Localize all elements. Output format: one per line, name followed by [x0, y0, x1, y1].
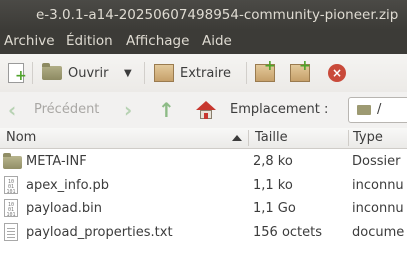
- column-type[interactable]: Type: [353, 128, 383, 147]
- home-icon[interactable]: [196, 101, 216, 119]
- folder-open-icon: [42, 63, 62, 80]
- extract-icon: [154, 64, 174, 82]
- add-folder-icon: +: [290, 59, 311, 82]
- file-type: docume: [352, 225, 405, 240]
- folder-icon: [3, 152, 22, 171]
- new-archive-icon: +: [8, 63, 27, 83]
- binary-file-icon: 10 01 101: [3, 176, 20, 195]
- column-size[interactable]: Taille: [255, 128, 288, 147]
- column-separator[interactable]: [348, 130, 349, 146]
- stop-button[interactable]: ×: [328, 54, 346, 92]
- menu-aide[interactable]: Aide: [202, 30, 232, 52]
- menu-bar: Archive Édition Affichage Aide: [0, 30, 407, 54]
- toolbar-separator: [32, 62, 33, 84]
- file-type: Dossier: [352, 154, 401, 169]
- column-separator[interactable]: [248, 130, 249, 146]
- text-file-icon: [3, 223, 20, 242]
- toolbar: + Ouvrir ▼ Extraire + + ×: [0, 54, 407, 93]
- location-path: /: [377, 102, 382, 117]
- menu-edition[interactable]: Édition: [66, 30, 113, 52]
- open-label: Ouvrir: [68, 65, 109, 81]
- file-type: inconnu: [352, 178, 404, 193]
- file-name: payload.bin: [26, 201, 102, 216]
- back-button[interactable]: Précédent: [34, 92, 99, 128]
- extract-label: Extraire: [180, 65, 231, 81]
- column-name[interactable]: Nom: [6, 128, 36, 147]
- file-list: META-INF 2,8 ko Dossier 10 01 101 apex_inf…: [0, 149, 407, 257]
- extract-button[interactable]: Extraire: [154, 54, 231, 92]
- location-bar: ‹ Précédent › ↑ Emplacement : /: [0, 92, 407, 129]
- menu-archive[interactable]: Archive: [4, 30, 55, 52]
- toolbar-separator: [144, 62, 145, 84]
- back-arrow-icon[interactable]: ‹: [8, 92, 16, 128]
- add-folder-button[interactable]: +: [290, 54, 311, 92]
- new-archive-button[interactable]: +: [8, 54, 27, 92]
- window-title: e-3.0.1-a14-20250607498954-community-pio…: [36, 7, 399, 23]
- file-name: apex_info.pb: [26, 178, 109, 193]
- add-files-button[interactable]: +: [255, 54, 276, 92]
- open-button[interactable]: Ouvrir: [42, 54, 108, 92]
- sort-ascending-icon: [232, 135, 242, 141]
- forward-arrow-icon[interactable]: ›: [124, 92, 132, 128]
- stop-icon: ×: [328, 64, 346, 82]
- file-size: 1,1 Go: [253, 201, 296, 216]
- title-bar: e-3.0.1-a14-20250607498954-community-pio…: [0, 0, 407, 30]
- location-input[interactable]: /: [348, 97, 407, 123]
- menu-affichage[interactable]: Affichage: [126, 30, 189, 52]
- file-size: 2,8 ko: [253, 154, 293, 169]
- file-type: inconnu: [352, 201, 404, 216]
- open-dropdown-button[interactable]: ▼: [124, 54, 132, 92]
- add-files-icon: +: [255, 59, 276, 82]
- file-name: META-INF: [26, 154, 87, 169]
- binary-file-icon: 10 01 101: [3, 199, 20, 218]
- file-list-header: Nom Taille Type: [0, 128, 407, 149]
- file-size: 1,1 ko: [253, 178, 293, 193]
- file-name: payload_properties.txt: [26, 225, 173, 240]
- toolbar-separator: [246, 62, 247, 84]
- folder-icon: [357, 105, 371, 115]
- table-row[interactable]: META-INF 2,8 ko Dossier: [0, 149, 407, 174]
- chevron-down-icon: ▼: [124, 67, 132, 79]
- table-row[interactable]: payload_properties.txt 156 octets docume: [0, 220, 407, 245]
- table-row[interactable]: 10 01 101 apex_info.pb 1,1 ko inconnu: [0, 173, 407, 198]
- location-label: Emplacement :: [230, 102, 329, 117]
- up-arrow-icon[interactable]: ↑: [158, 92, 175, 128]
- file-size: 156 octets: [253, 225, 323, 240]
- table-row[interactable]: 10 01 101 payload.bin 1,1 Go inconnu: [0, 196, 407, 221]
